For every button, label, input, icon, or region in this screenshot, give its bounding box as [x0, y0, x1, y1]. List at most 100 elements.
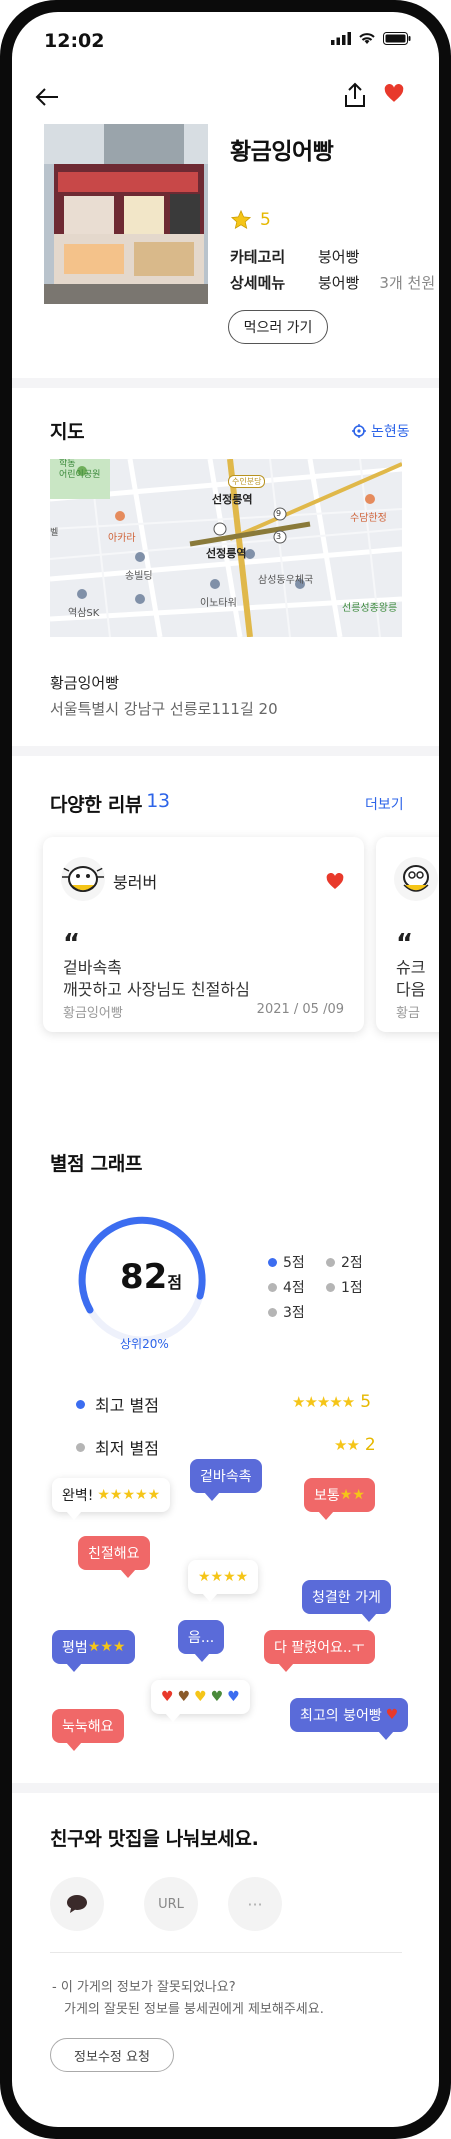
location-target-icon: [352, 424, 366, 438]
reviews-count: 13: [146, 790, 170, 812]
share-title: 친구와 맛집을 나눠보세요.: [50, 1828, 259, 1850]
score-rank: 상위20%: [120, 1337, 169, 1351]
legend-label: 3점: [283, 1305, 305, 1321]
star-icon: [230, 209, 252, 230]
best-dot: [76, 1399, 85, 1409]
address-text: 서울특별시 강남구 선릉로111길 20: [50, 700, 278, 718]
tag-label: 보통: [314, 1488, 340, 1504]
favorite-heart-icon[interactable]: [384, 84, 404, 103]
user-avatar: [61, 857, 105, 901]
menu-value: 붕어빵: [318, 274, 360, 292]
tag-label: 완벽!: [62, 1488, 94, 1504]
tag-bubble: 완벽! ★★★★★: [52, 1478, 171, 1520]
reviews-more-link[interactable]: 더보기: [365, 794, 404, 814]
legend-label: 5점: [283, 1255, 305, 1271]
heart-icon: ♥: [227, 1689, 240, 1705]
review-heart-icon[interactable]: [326, 873, 344, 890]
reviews-title: 다양한 리뷰: [50, 794, 143, 816]
review-text-line1: 슈크: [396, 958, 426, 977]
legend-dot: [268, 1282, 277, 1292]
category-value: 붕어빵: [318, 248, 360, 266]
legend-item: 1점: [326, 1277, 363, 1297]
tag-bubble: 최고의 붕어빵 ♥: [290, 1698, 409, 1740]
tag-label: 음...: [188, 1630, 215, 1646]
category-row: 카테고리 붕어빵: [230, 246, 359, 267]
score-number: 82: [120, 1257, 168, 1297]
user-avatar: [394, 857, 438, 901]
heart-icon: ♥: [385, 1707, 399, 1723]
tag-bubble: ♥ ♥ ♥ ♥ ♥: [151, 1680, 250, 1722]
location-link[interactable]: 논현동: [352, 421, 410, 441]
tag-bubble: 청결한 가게: [302, 1580, 391, 1622]
worst-rating-row: 최저 별점: [76, 1435, 159, 1459]
share-url-button[interactable]: URL: [144, 1877, 198, 1931]
map-label-samsung: 삼성동우체국: [258, 575, 314, 586]
category-label: 카테고리: [230, 248, 286, 266]
score-unit: 점: [167, 1273, 183, 1292]
report-question: - 이 가게의 정보가 잘못되었나요?: [52, 1980, 236, 1995]
map-label-seonjeong2: 선정릉역: [206, 547, 247, 560]
screen: 12:02 황금잉어빵 5 카테고리 붕어빵 상세메뉴 붕어빵 3개 천원 먹으…: [12, 12, 439, 2127]
rating-value: 5: [260, 210, 271, 230]
go-eat-button[interactable]: 먹으러 가기: [228, 310, 328, 344]
review-quote-mark: “: [63, 929, 81, 959]
tag-label: 눅눅해요: [62, 1719, 114, 1735]
legend-dot: [268, 1307, 277, 1317]
report-button[interactable]: 정보수정 요청: [50, 2038, 174, 2072]
section-divider: [12, 378, 439, 388]
review-text-line2: 다음: [396, 980, 426, 999]
map-station-num2: 3: [276, 532, 282, 541]
map-label-sudam: 수담한정: [350, 513, 387, 524]
stars-icon: ★★: [339, 1487, 365, 1503]
map-view[interactable]: 학동 어린이공원 벨 아카라 수인분당 선정릉역 선정릉역 9 3 수담한정 송…: [50, 459, 402, 637]
score-value: 82점: [120, 1257, 182, 1297]
stars-icon: ★★★★: [198, 1569, 249, 1585]
tag-label: 다 팔렸어요..ㅜ: [274, 1640, 365, 1656]
review-text-line1: 겉바속촉: [63, 958, 122, 977]
legend-dot: [326, 1257, 335, 1267]
review-store: 황금잉어빵: [63, 1006, 123, 1021]
tag-bubble: ★★★★: [188, 1560, 259, 1602]
worst-rating-stars: ★★ 2: [334, 1435, 376, 1455]
section-divider: [12, 1783, 439, 1793]
worst-label: 최저 별점: [95, 1439, 159, 1458]
legend-dot: [326, 1282, 335, 1292]
legend-dot: [268, 1257, 277, 1267]
tag-label: 최고의 붕어빵: [300, 1708, 382, 1724]
map-label-songbilding: 송빌딩: [125, 571, 153, 582]
legend-item: 3점: [268, 1302, 305, 1322]
map-station-num1: 9: [276, 509, 282, 518]
reviews-header: 다양한 리뷰 13: [50, 790, 170, 817]
map-label-seonjeong1: 선정릉역: [212, 493, 253, 506]
tag-label: 청결한 가게: [312, 1590, 381, 1606]
tag-bubble: 보통 ★★: [304, 1478, 375, 1520]
heart-icon: ♥: [161, 1689, 174, 1705]
best-label: 최고 별점: [95, 1396, 159, 1415]
review-card[interactable]: 붕러버 “ 겉바속촉 깨끗하고 사장님도 친절하심 황금잉어빵 2021 / 0…: [43, 837, 364, 1032]
share-more-button[interactable]: ···: [228, 1877, 282, 1931]
tag-bubble: 평범 ★★★: [52, 1630, 136, 1672]
section-divider: [12, 746, 439, 756]
back-arrow-icon[interactable]: [32, 82, 62, 112]
stars-icon: ★★★★★: [97, 1487, 161, 1503]
map-label-akara: 아카라: [108, 533, 136, 544]
legend-label: 2점: [341, 1255, 363, 1271]
tag-bubble: 눅눅해요: [52, 1709, 124, 1751]
battery-icon: [383, 32, 411, 45]
review-text: 슈크 다음: [396, 957, 425, 1001]
store-name: 황금잉어빵: [230, 139, 334, 165]
tag-bubble: 겉바속촉: [190, 1459, 262, 1501]
tag-label: 평범: [62, 1640, 88, 1656]
map-label-suinbundang: 수인분당: [228, 475, 266, 488]
star-row-icon: ★★★★★: [292, 1393, 355, 1411]
tag-label: 겉바속촉: [200, 1469, 252, 1485]
share-icon[interactable]: [340, 80, 370, 110]
review-card[interactable]: “ 슈크 다음 황금: [376, 837, 439, 1032]
best-rating-row: 최고 별점: [76, 1392, 159, 1416]
graph-title: 별점 그래프: [50, 1153, 143, 1175]
rating-row: 5: [230, 209, 271, 231]
legend-item: 2점: [326, 1252, 363, 1272]
heart-icon: ♥: [194, 1689, 207, 1705]
share-chat-button[interactable]: [50, 1877, 104, 1931]
menu-label: 상세메뉴: [230, 274, 286, 292]
